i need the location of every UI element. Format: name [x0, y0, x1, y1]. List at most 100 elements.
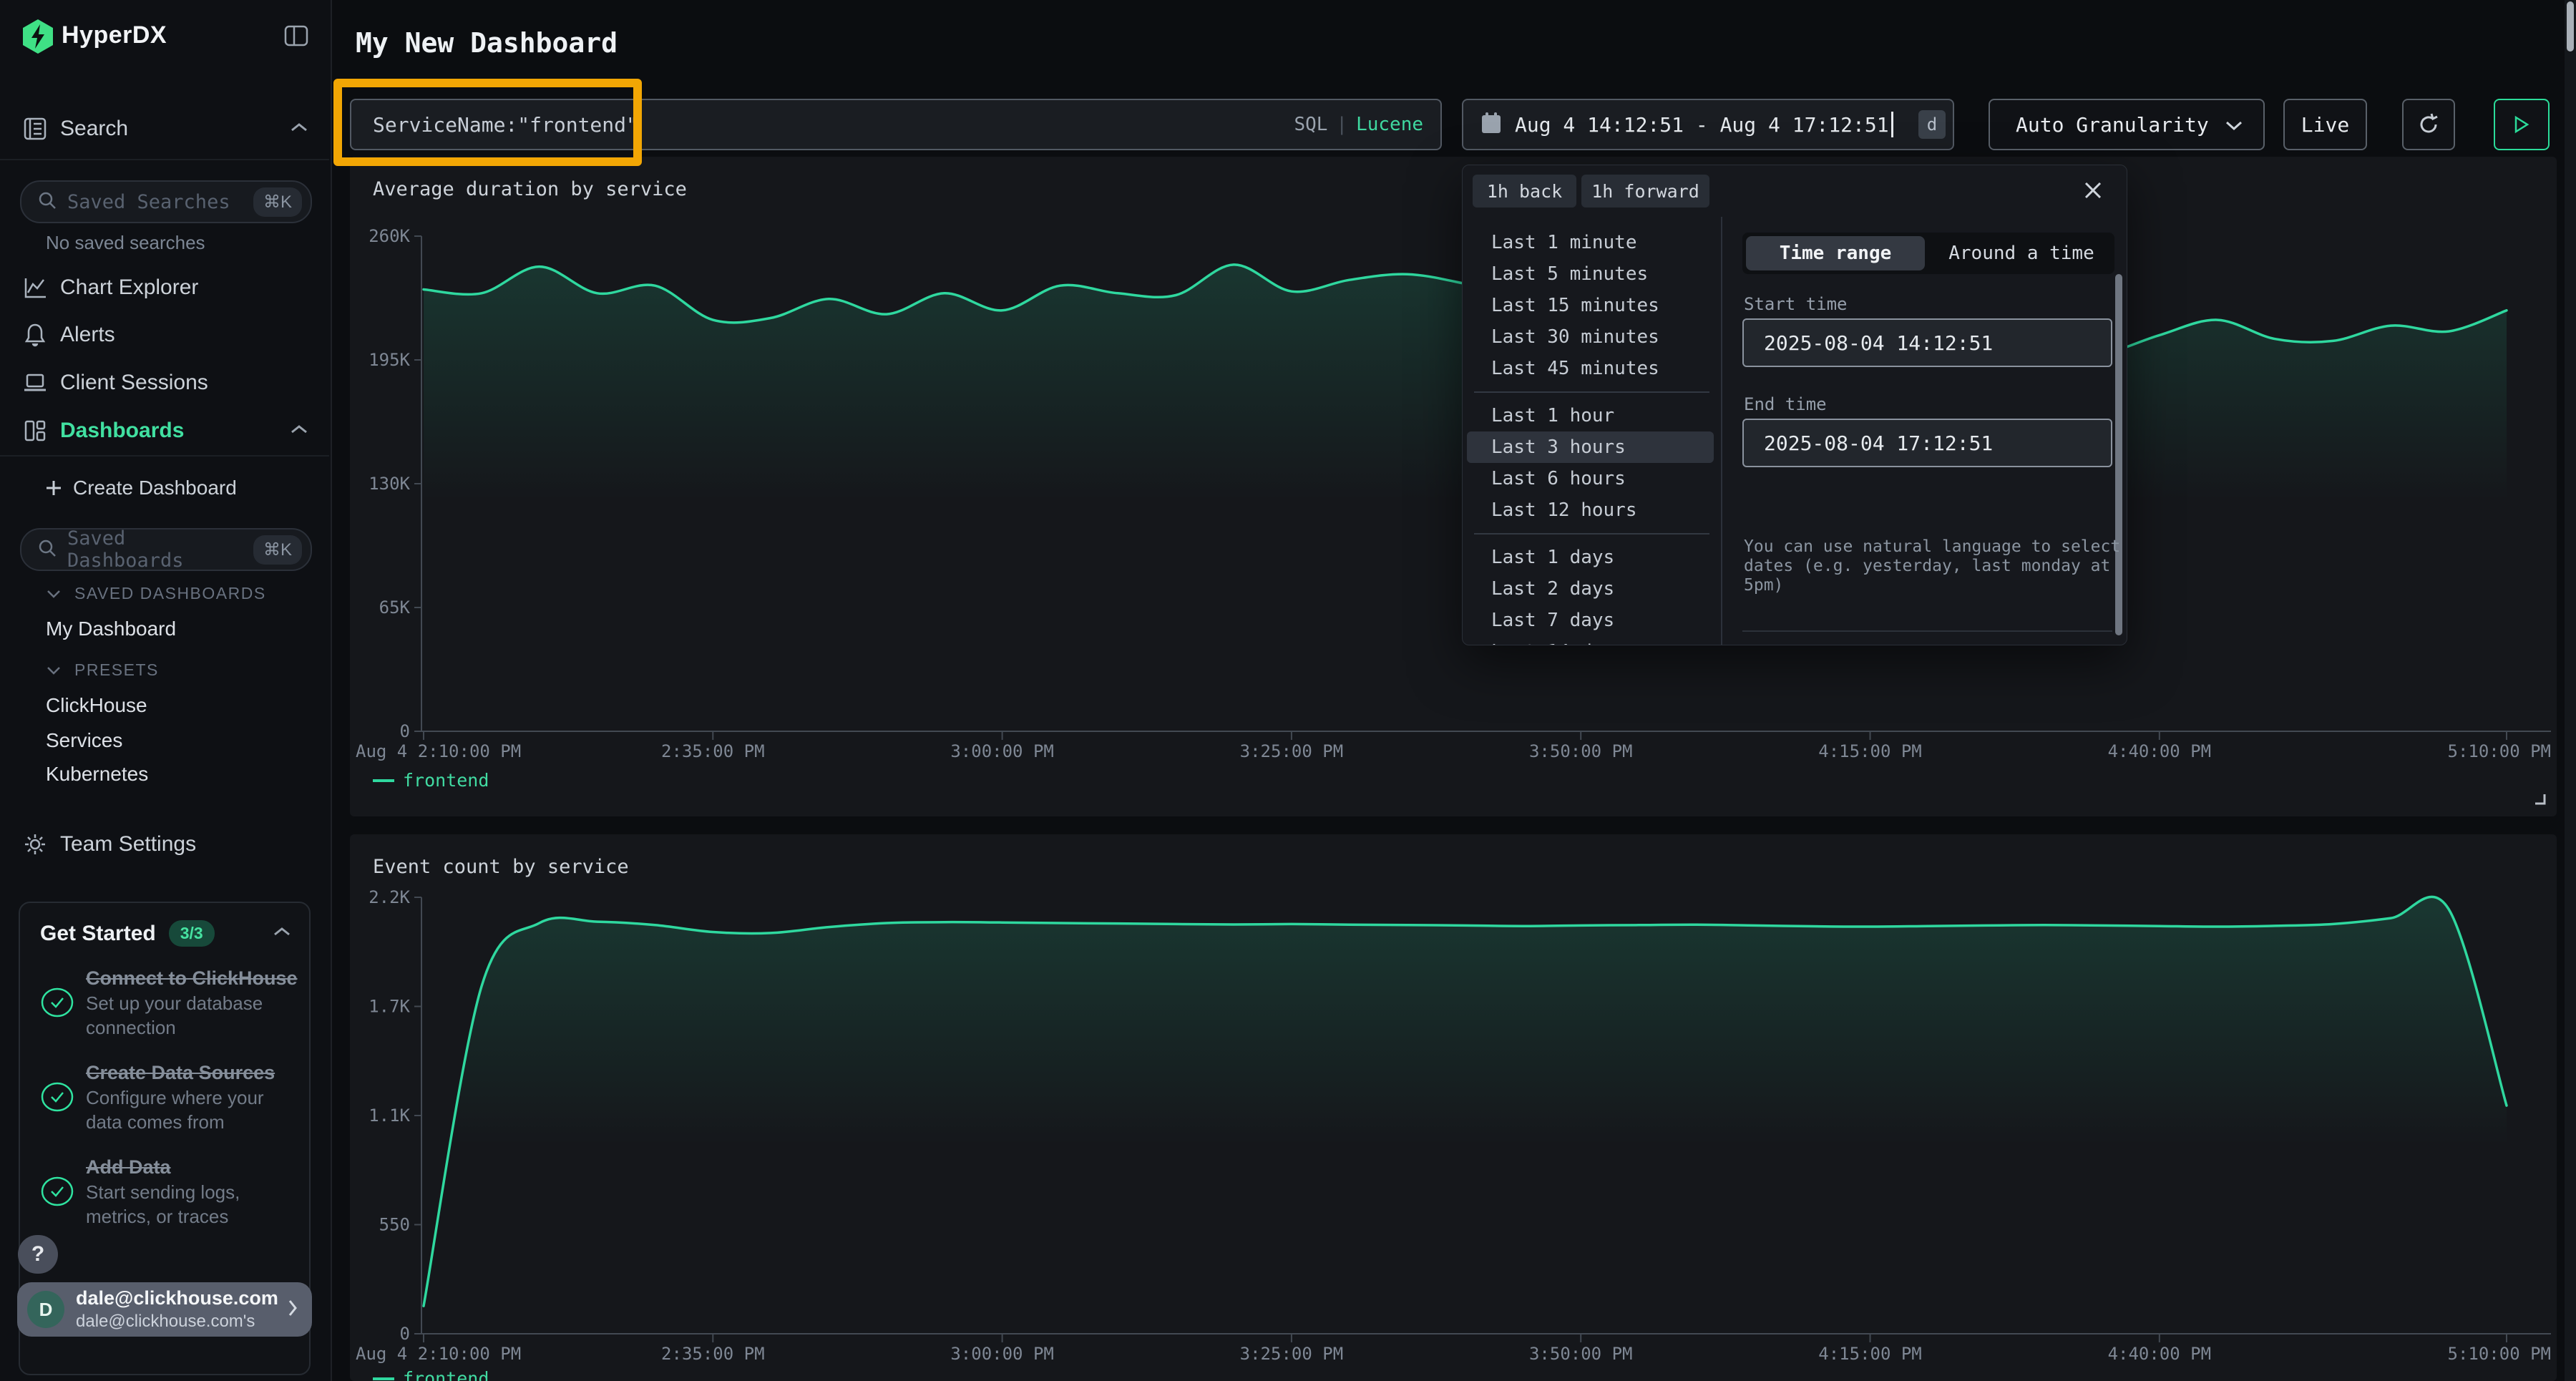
sidebar-item-chart-explorer[interactable]: Chart Explorer: [0, 268, 331, 308]
chevron-up-icon: [289, 423, 309, 439]
shift-forward-button[interactable]: 1h forward: [1581, 175, 1709, 208]
chart-legend[interactable]: frontend: [373, 770, 489, 791]
line-chart-event-count[interactable]: 05501.1K1.7K2.2KAug 4 2:10:00 PM2:35:00 …: [350, 834, 2557, 1381]
sidebar-item-label: Search: [60, 117, 128, 141]
sql-toggle[interactable]: SQL: [1294, 114, 1327, 135]
preset-last-15-minutes[interactable]: Last 15 minutes: [1467, 290, 1714, 321]
shift-forward-label: 1h forward: [1591, 181, 1699, 202]
get-started-item[interactable]: Create Data SourcesConfigure where your …: [40, 1060, 295, 1134]
chevron-up-icon[interactable]: [272, 925, 292, 942]
chart-line-icon: [21, 274, 49, 301]
live-button[interactable]: Live: [2283, 99, 2367, 150]
time-range-input[interactable]: Aug 4 14:12:51 - Aug 4 17:12:51 d: [1462, 99, 1954, 150]
sidebar-link-my-dashboard[interactable]: My Dashboard: [46, 618, 176, 640]
preset-last-7-days[interactable]: Last 7 days: [1467, 605, 1714, 636]
preset-range-list: Last 1 minuteLast 5 minutesLast 15 minut…: [1463, 217, 1722, 645]
sidebar-item-team-settings[interactable]: Team Settings: [0, 824, 331, 864]
create-dashboard-button[interactable]: Create Dashboard: [0, 468, 331, 508]
live-label: Live: [2301, 113, 2349, 137]
sidebar-link-clickhouse[interactable]: ClickHouse: [46, 694, 147, 717]
bell-icon: [21, 321, 49, 348]
shift-back-button[interactable]: 1h back: [1473, 175, 1576, 208]
sidebar-link-services[interactable]: Services: [46, 729, 122, 752]
hyperdx-app: HyperDX Search Saved Searches ⌘K No save…: [0, 0, 2576, 1381]
get-started-title: Get Started: [40, 922, 156, 946]
refresh-button[interactable]: [2402, 99, 2455, 150]
sidebar-link-kubernetes[interactable]: Kubernetes: [46, 763, 148, 786]
close-icon[interactable]: [2082, 180, 2104, 204]
chart-panel-avg-duration: Average duration by service 065K130K195K…: [350, 157, 2557, 816]
time-picker-popover: 1h back 1h forward Last 1 minuteLast 5 m…: [1462, 165, 2127, 645]
get-started-item[interactable]: Connect to ClickHouseSet up your databas…: [40, 965, 295, 1040]
preset-last-14-days[interactable]: Last 14 days: [1467, 636, 1714, 645]
end-time-input[interactable]: 2025-08-04 17:12:51: [1742, 419, 2112, 467]
help-button[interactable]: ?: [18, 1235, 58, 1274]
preset-last-3-hours[interactable]: Last 3 hours: [1467, 431, 1714, 463]
avatar: D: [27, 1291, 64, 1328]
user-org: dale@clickhouse.com's: [76, 1312, 278, 1331]
get-started-item[interactable]: Add DataStart sending logs, metrics, or …: [40, 1154, 295, 1229]
chart-panel-event-count: Event count by service 05501.1K1.7K2.2KA…: [350, 834, 2557, 1381]
tab-time-range[interactable]: Time range: [1746, 236, 1925, 270]
get-started-item-desc: Configure where your data comes from: [86, 1085, 301, 1134]
sidebar-item-search[interactable]: Search: [0, 109, 331, 149]
tab-around-a-time[interactable]: Around a time: [1932, 236, 2111, 270]
preset-last-45-minutes[interactable]: Last 45 minutes: [1467, 353, 1714, 384]
svg-text:2:35:00 PM: 2:35:00 PM: [661, 1344, 765, 1364]
preset-last-1-days[interactable]: Last 1 days: [1467, 542, 1714, 573]
sidebar-item-client-sessions[interactable]: Client Sessions: [0, 363, 331, 403]
run-query-button[interactable]: [2494, 99, 2550, 150]
logo-row: HyperDX: [0, 16, 331, 59]
preset-last-6-hours[interactable]: Last 6 hours: [1467, 463, 1714, 494]
end-time-label: End time: [1744, 394, 1827, 414]
start-time-input[interactable]: 2025-08-04 14:12:51: [1742, 318, 2112, 367]
svg-text:2:35:00 PM: 2:35:00 PM: [661, 741, 765, 761]
sidebar: HyperDX Search Saved Searches ⌘K No save…: [0, 0, 332, 1381]
page-scrollbar-thumb[interactable]: [2567, 1, 2574, 52]
svg-text:4:15:00 PM: 4:15:00 PM: [1818, 741, 1922, 761]
line-chart-avg-duration[interactable]: 065K130K195K260KAug 4 2:10:00 PM2:35:00 …: [350, 157, 2557, 816]
svg-text:195K: 195K: [369, 350, 410, 370]
svg-text:0: 0: [400, 1324, 410, 1344]
sidebar-item-dashboards[interactable]: Dashboards: [0, 411, 331, 451]
preset-last-5-minutes[interactable]: Last 5 minutes: [1467, 258, 1714, 290]
saved-dashboards-input[interactable]: Saved Dashboards ⌘K: [20, 528, 312, 571]
sidebar-item-label: Chart Explorer: [60, 275, 198, 300]
sidebar-item-alerts[interactable]: Alerts: [0, 315, 331, 355]
shortcut-badge: ⌘K: [253, 535, 302, 565]
check-circle-icon: [40, 987, 74, 1018]
shift-back-label: 1h back: [1487, 181, 1562, 202]
legend-series-name: frontend: [403, 770, 489, 791]
start-time-value: 2025-08-04 14:12:51: [1764, 331, 1993, 355]
preset-last-1-minute[interactable]: Last 1 minute: [1467, 227, 1714, 258]
get-started-items: Connect to ClickHouseSet up your databas…: [20, 965, 309, 1229]
granularity-select[interactable]: Auto Granularity: [1989, 99, 2265, 150]
svg-text:Aug 4 2:10:00 PM: Aug 4 2:10:00 PM: [356, 741, 521, 761]
dashboard-filter-input[interactable]: ServiceName:"frontend" SQL|Lucene: [350, 99, 1442, 150]
svg-text:260K: 260K: [369, 226, 410, 246]
section-header-presets[interactable]: PRESETS: [46, 660, 159, 680]
lucene-toggle[interactable]: Lucene: [1356, 114, 1423, 135]
chart-legend[interactable]: frontend: [373, 1368, 489, 1381]
chevron-up-icon: [289, 121, 309, 137]
panel-resize-handle[interactable]: [2532, 791, 2547, 809]
sidebar-collapse-icon[interactable]: [282, 21, 311, 50]
saved-searches-input[interactable]: Saved Searches ⌘K: [20, 180, 312, 223]
preset-last-30-minutes[interactable]: Last 30 minutes: [1467, 321, 1714, 353]
calendar-icon: [1480, 112, 1502, 137]
page-scrollbar[interactable]: [2565, 0, 2576, 1381]
chevron-right-icon: [286, 1298, 299, 1322]
legend-swatch: [373, 1377, 394, 1380]
play-icon: [2513, 115, 2530, 134]
section-header-saved-dashboards[interactable]: SAVED DASHBOARDS: [46, 584, 266, 603]
laptop-icon: [21, 369, 49, 396]
svg-text:3:00:00 PM: 3:00:00 PM: [950, 741, 1054, 761]
preset-last-12-hours[interactable]: Last 12 hours: [1467, 494, 1714, 526]
preset-last-2-days[interactable]: Last 2 days: [1467, 573, 1714, 605]
section-header-label: PRESETS: [74, 660, 159, 680]
preset-last-1-hour[interactable]: Last 1 hour: [1467, 400, 1714, 431]
svg-text:550: 550: [379, 1215, 410, 1235]
user-account-chip[interactable]: D dale@clickhouse.com dale@clickhouse.co…: [17, 1282, 312, 1337]
app-title: HyperDX: [62, 21, 167, 49]
refresh-icon: [2416, 112, 2441, 137]
